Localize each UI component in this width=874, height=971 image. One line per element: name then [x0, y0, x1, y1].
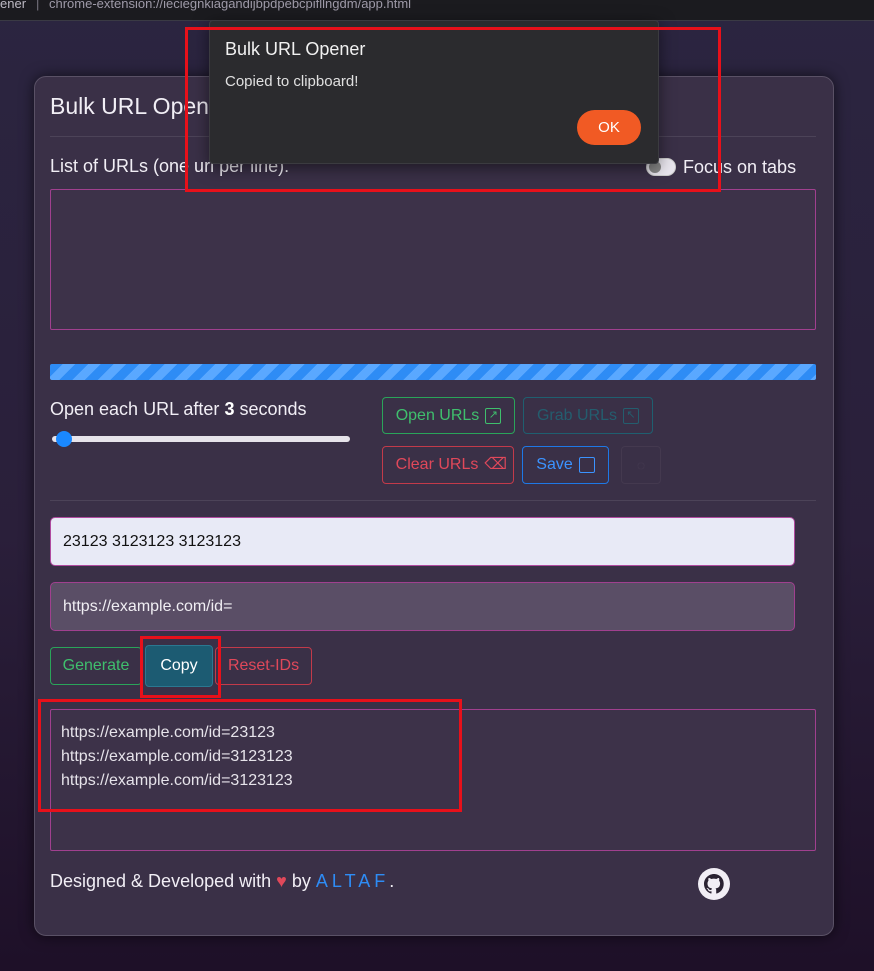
clear-urls-button[interactable]: Clear URLs ⌫ [382, 446, 514, 484]
address-separator: | [36, 0, 40, 11]
browser-tab-title: ener [0, 0, 27, 11]
delay-slider-thumb[interactable] [56, 431, 72, 447]
backspace-icon: ⌫ [484, 456, 507, 473]
highlight-box [38, 699, 462, 812]
footer-text: Designed & Developed with [50, 871, 272, 891]
delay-slider-track[interactable] [52, 436, 350, 442]
clear-urls-label: Clear URLs [395, 456, 479, 473]
open-urls-button[interactable]: Open URLs ↗ [382, 397, 515, 434]
url-prefix-input[interactable]: https://example.com/id= [50, 582, 795, 631]
heart-icon: ♥ [276, 871, 287, 891]
save-button[interactable]: Save [522, 446, 609, 484]
footer-by: by [291, 871, 311, 891]
footer-period: . [389, 871, 395, 891]
progress-bar [50, 364, 816, 380]
url-list-textarea[interactable] [50, 189, 816, 330]
floppy-disk-icon [578, 457, 595, 473]
delay-text: Open each URL after 3 seconds [50, 399, 307, 420]
delay-suffix: seconds [239, 399, 307, 419]
generate-button[interactable]: Generate [50, 647, 142, 685]
delay-prefix: Open each URL after [50, 399, 220, 419]
reset-ids-button[interactable]: Reset-IDs [215, 647, 312, 685]
delay-value: 3 [224, 399, 235, 419]
open-urls-label: Open URLs [395, 406, 480, 424]
github-icon[interactable] [698, 868, 730, 900]
author-link[interactable]: ALTAF [316, 871, 389, 891]
grab-urls-label: Grab URLs [536, 406, 618, 424]
external-link-icon: ↗ [485, 407, 502, 424]
divider [50, 500, 816, 501]
ids-input[interactable]: 23123 3123123 3123123 [50, 517, 795, 566]
faded-icon: ◌ [636, 457, 646, 473]
ghost-icon-button[interactable]: ◌ [621, 446, 661, 484]
highlight-box [185, 27, 721, 192]
highlight-box [140, 636, 221, 698]
arrow-up-left-icon: ↖ [623, 407, 640, 424]
address-url[interactable]: chrome-extension://ieciegnkiagandijbpdpe… [49, 0, 411, 10]
save-label: Save [536, 456, 573, 473]
github-logo-icon [704, 874, 724, 894]
footer-credit: Designed & Developed with ♥ by ALTAF. [50, 871, 394, 892]
grab-urls-button[interactable]: Grab URLs ↖ [523, 397, 653, 434]
browser-address-bar: ener | chrome-extension://ieciegnkiagand… [0, 0, 874, 21]
